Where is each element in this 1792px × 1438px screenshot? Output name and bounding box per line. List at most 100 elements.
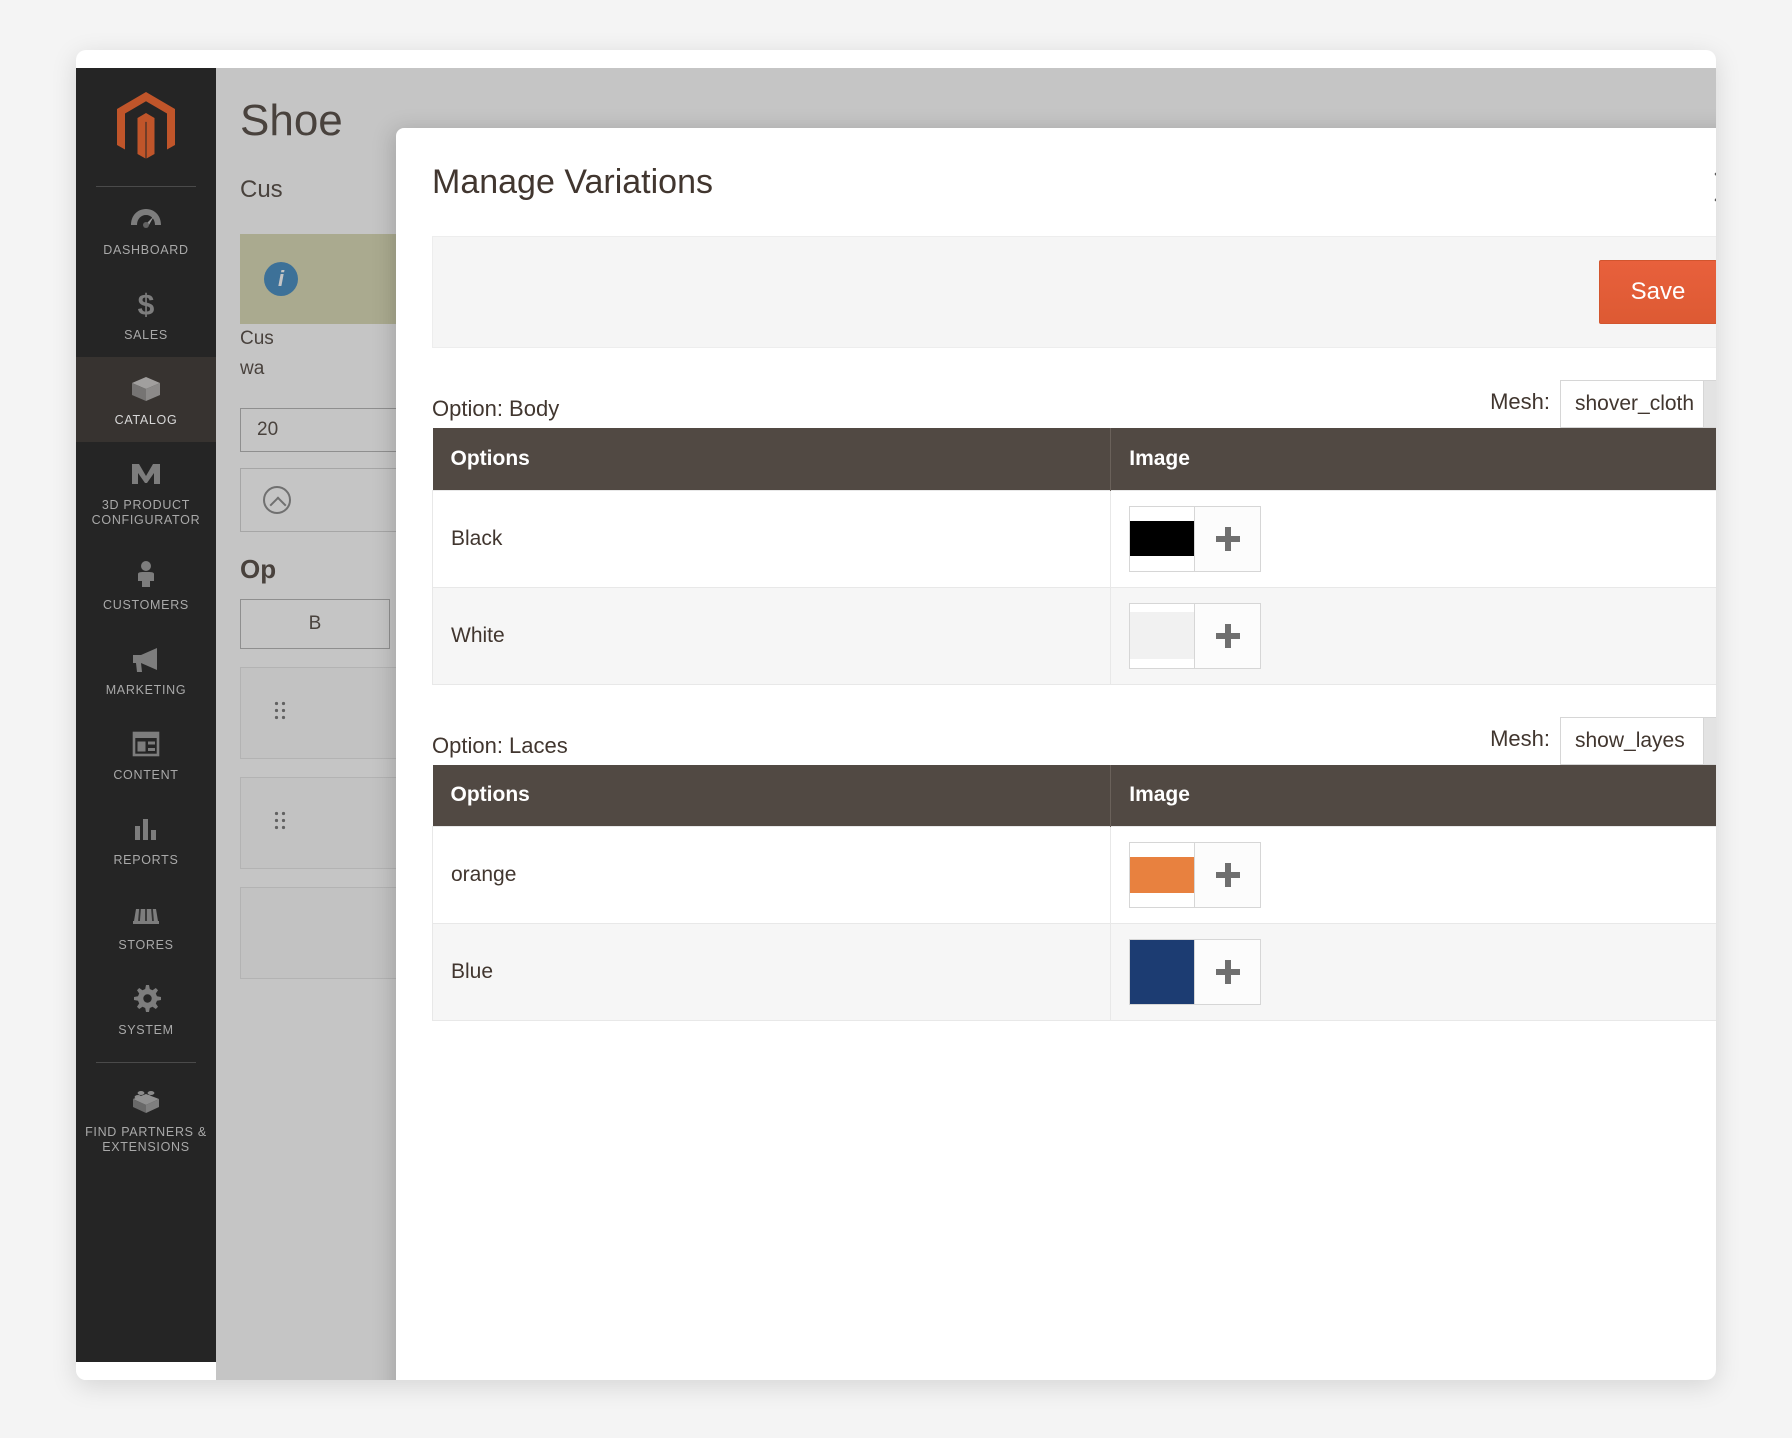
admin-sidebar: DASHBOARD $ SALES CATALOG 3D PRODUCT CON… <box>76 68 216 1362</box>
column-header-image: Image <box>1110 764 1716 827</box>
magento-logo[interactable] <box>76 68 216 186</box>
cell-option-name: Black <box>431 489 1112 588</box>
modal-header: Manage Variations <box>396 128 1716 236</box>
column-header-image: Image <box>1110 428 1716 490</box>
swatch-fill <box>1130 857 1195 893</box>
option-label: Option: Laces <box>432 732 568 758</box>
close-x-icon[interactable] <box>1708 166 1716 208</box>
megaphone-icon <box>133 648 157 672</box>
variation-section: Option: Laces Mesh: show_layes Options Image… <box>431 711 1716 1021</box>
chevron-up-circle-icon <box>263 486 291 514</box>
background-button[interactable]: B <box>240 599 390 649</box>
mesh-label: Mesh: <box>1490 725 1550 751</box>
variations-table: Options Image Black White <box>431 428 1716 685</box>
mesh-selector-group: Mesh: show_layes <box>1490 716 1716 765</box>
mesh-selector-group: Mesh: shover_cloth <box>1490 380 1716 428</box>
modal-body: Save Option: Body Mesh: shover_cloth Option… <box>396 236 1716 1021</box>
swatch-fill <box>1130 612 1195 659</box>
sidebar-item-label: CONTENT <box>113 768 179 782</box>
cell-image <box>1110 923 1716 1021</box>
sidebar-divider-bottom <box>96 1062 196 1063</box>
sidebar-item-content[interactable]: CONTENT <box>76 712 216 797</box>
modal-title: Manage Variations <box>432 162 713 201</box>
table-row: orange <box>431 826 1716 924</box>
sidebar-item-label: REPORTS <box>113 853 179 867</box>
cell-image <box>1110 489 1716 588</box>
plus-icon[interactable] <box>1195 602 1262 669</box>
sidebar-item-sales[interactable]: $ SALES <box>76 272 216 357</box>
sidebar-item-label: CATALOG <box>114 413 178 427</box>
table-row: Blue <box>431 923 1716 1021</box>
swatch-fill <box>1130 520 1195 557</box>
cell-image <box>1110 586 1716 685</box>
sidebar-item-label: SYSTEM <box>118 1023 174 1037</box>
sidebar-item-system[interactable]: SYSTEM <box>76 967 216 1052</box>
table-header-row: Options Image <box>432 764 1716 827</box>
option-header-bar: Option: Body Mesh: shover_cloth <box>432 374 1716 428</box>
sidebar-item-stores[interactable]: STORES <box>76 882 216 967</box>
variation-sections: Option: Body Mesh: shover_cloth Options Imag… <box>431 374 1716 1021</box>
svg-text:$: $ <box>138 289 155 319</box>
info-circle-icon: i <box>264 262 298 296</box>
color-swatch[interactable] <box>1129 602 1196 669</box>
bar-chart-icon <box>135 819 156 840</box>
storefront-awning-icon <box>133 908 159 924</box>
dollar-sign-icon: $ <box>138 289 155 319</box>
variations-table: Options Image orange Blue <box>431 764 1716 1021</box>
sidebar-item-label: DASHBOARD <box>103 243 189 257</box>
chevron-down-icon[interactable] <box>1703 717 1716 764</box>
swatch-fill <box>1130 940 1195 1004</box>
box-package-icon <box>132 377 160 401</box>
sidebar-item-dashboard[interactable]: DASHBOARD <box>76 187 216 272</box>
manage-variations-modal: Manage Variations Save Option: Body Mesh:… <box>396 128 1716 1380</box>
option-label: Option: Body <box>432 396 560 421</box>
mesh-selected-value: show_layes <box>1561 717 1703 764</box>
column-header-options: Options <box>432 764 1112 827</box>
plus-icon[interactable] <box>1195 505 1262 572</box>
browser-window: DASHBOARD $ SALES CATALOG 3D PRODUCT CON… <box>76 50 1716 1380</box>
layout-panel-icon <box>132 731 160 757</box>
magento-admin-root: DASHBOARD $ SALES CATALOG 3D PRODUCT CON… <box>76 68 1716 1380</box>
variation-section: Option: Body Mesh: shover_cloth Options Imag… <box>431 374 1716 685</box>
color-swatch[interactable] <box>1129 842 1196 908</box>
sidebar-item-label: SALES <box>124 328 168 342</box>
table-header-row: Options Image <box>432 428 1716 490</box>
chevron-down-icon[interactable] <box>1703 381 1716 427</box>
sidebar-item-marketing[interactable]: MARKETING <box>76 627 216 712</box>
cell-option-name: White <box>431 586 1112 685</box>
color-swatch[interactable] <box>1129 505 1196 572</box>
color-swatch[interactable] <box>1129 939 1196 1005</box>
sidebar-item-label: MARKETING <box>105 683 187 697</box>
drag-handle-icon[interactable] <box>273 700 287 722</box>
person-icon <box>138 561 154 587</box>
modal-action-bar: Save <box>432 236 1716 348</box>
sidebar-item-label: STORES <box>118 938 174 952</box>
cell-image <box>1110 826 1716 924</box>
sidebar-item-catalog[interactable]: CATALOG <box>76 357 216 442</box>
mesh-select[interactable]: show_layes <box>1560 716 1716 765</box>
save-button[interactable]: Save <box>1599 260 1716 324</box>
column-header-options: Options <box>432 428 1112 490</box>
plus-icon[interactable] <box>1195 939 1262 1005</box>
table-row: White <box>431 586 1716 685</box>
table-row: Black <box>431 489 1716 588</box>
dashboard-gauge-icon <box>131 209 161 228</box>
cell-option-name: Blue <box>431 923 1112 1021</box>
sidebar-item-find-partners-extensions[interactable]: FIND PARTNERS & EXTENSIONS <box>76 1069 216 1169</box>
plus-icon[interactable] <box>1195 842 1262 908</box>
mesh-label: Mesh: <box>1490 389 1550 414</box>
sidebar-item-label: CUSTOMERS <box>103 598 189 612</box>
magento-logo-icon <box>117 92 175 159</box>
lego-brick-icon <box>133 1091 159 1113</box>
mesh-selected-value: shover_cloth <box>1561 381 1703 427</box>
drag-handle-icon[interactable] <box>273 810 287 832</box>
option-header-bar: Option: Laces Mesh: show_layes <box>432 711 1716 765</box>
sidebar-item-customers[interactable]: CUSTOMERS <box>76 542 216 627</box>
sidebar-item-reports[interactable]: REPORTS <box>76 797 216 882</box>
sidebar-item-label: 3D PRODUCT CONFIGURATOR <box>91 498 201 527</box>
m-letter-icon <box>132 464 160 484</box>
mesh-select[interactable]: shover_cloth <box>1560 380 1716 428</box>
gear-icon <box>134 985 161 1012</box>
sidebar-item-3d-product-configurator[interactable]: 3D PRODUCT CONFIGURATOR <box>76 442 216 542</box>
sidebar-item-label: FIND PARTNERS & EXTENSIONS <box>85 1125 207 1154</box>
